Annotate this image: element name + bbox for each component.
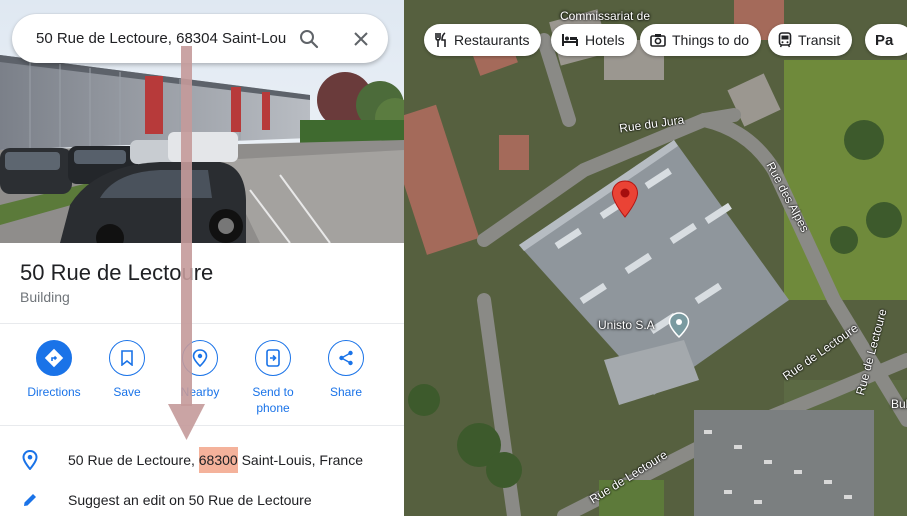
address-city: Saint-Louis, France bbox=[237, 452, 363, 468]
search-icon[interactable] bbox=[296, 26, 322, 52]
camera-icon bbox=[650, 34, 666, 47]
transit-icon bbox=[778, 32, 792, 48]
place-title: 50 Rue de Lectoure bbox=[20, 260, 214, 285]
place-panel: 50 Rue de Lectoure Building Directions S… bbox=[0, 0, 404, 516]
search-input[interactable] bbox=[36, 30, 286, 47]
save-button[interactable]: Save bbox=[87, 340, 167, 400]
poi-label-bub[interactable]: Bub bbox=[891, 397, 907, 411]
location-pin-icon bbox=[0, 450, 68, 470]
send-to-phone-label: Send to phone bbox=[252, 385, 294, 415]
poi-label-unisto[interactable]: Unisto S.A bbox=[598, 318, 655, 332]
chip-parking[interactable]: Pa bbox=[865, 24, 907, 56]
nearby-button[interactable]: Nearby bbox=[160, 340, 240, 400]
close-icon[interactable] bbox=[348, 26, 374, 52]
poi-label-commissariat[interactable]: Commissariat de bbox=[560, 9, 650, 23]
address-street: 50 Rue de Lectoure, bbox=[68, 452, 199, 468]
chip-restaurants-label: Restaurants bbox=[454, 32, 530, 48]
send-to-phone-button[interactable]: Send to phone bbox=[233, 340, 313, 416]
hotel-icon bbox=[562, 34, 578, 46]
place-type: Building bbox=[20, 289, 70, 305]
postal-code-highlight: 68300 bbox=[198, 447, 238, 473]
pencil-icon bbox=[0, 492, 68, 508]
action-bar: Directions Save Nearby Send to phone Sha… bbox=[0, 340, 404, 420]
nearby-icon bbox=[182, 340, 218, 376]
directions-icon bbox=[36, 340, 72, 376]
poi-marker-icon[interactable] bbox=[668, 312, 690, 338]
chip-parking-label: Pa bbox=[875, 31, 894, 49]
nearby-label: Nearby bbox=[180, 385, 220, 399]
divider bbox=[0, 425, 404, 426]
location-marker-icon[interactable] bbox=[611, 180, 639, 218]
chip-things-to-do-label: Things to do bbox=[672, 32, 750, 48]
send-to-phone-icon bbox=[255, 340, 291, 376]
suggest-edit-text: Suggest an edit on 50 Rue de Lectoure bbox=[68, 492, 312, 508]
chip-hotels[interactable]: Hotels bbox=[551, 24, 637, 56]
chip-transit-label: Transit bbox=[798, 32, 841, 48]
restaurant-icon bbox=[435, 32, 446, 47]
bookmark-icon bbox=[109, 340, 145, 376]
share-button[interactable]: Share bbox=[306, 340, 386, 400]
share-label: Share bbox=[329, 385, 363, 399]
directions-label: Directions bbox=[27, 385, 81, 399]
chip-transit[interactable]: Transit bbox=[768, 24, 853, 56]
divider bbox=[0, 323, 404, 324]
address-text: 50 Rue de Lectoure, 68300 Saint-Louis, F… bbox=[68, 447, 363, 473]
chip-restaurants[interactable]: Restaurants bbox=[424, 24, 542, 56]
chip-hotels-label: Hotels bbox=[585, 32, 625, 48]
save-label: Save bbox=[113, 385, 141, 399]
address-row[interactable]: 50 Rue de Lectoure, 68300 Saint-Louis, F… bbox=[0, 444, 404, 476]
directions-button[interactable]: Directions bbox=[14, 340, 94, 400]
chip-things-to-do[interactable]: Things to do bbox=[640, 24, 762, 56]
share-icon bbox=[328, 340, 364, 376]
satellite-map[interactable]: Unisto S.A Commissariat de Bub Rue du Ju… bbox=[404, 0, 907, 516]
suggest-edit-row[interactable]: Suggest an edit on 50 Rue de Lectoure bbox=[0, 484, 404, 516]
search-box bbox=[12, 14, 388, 63]
